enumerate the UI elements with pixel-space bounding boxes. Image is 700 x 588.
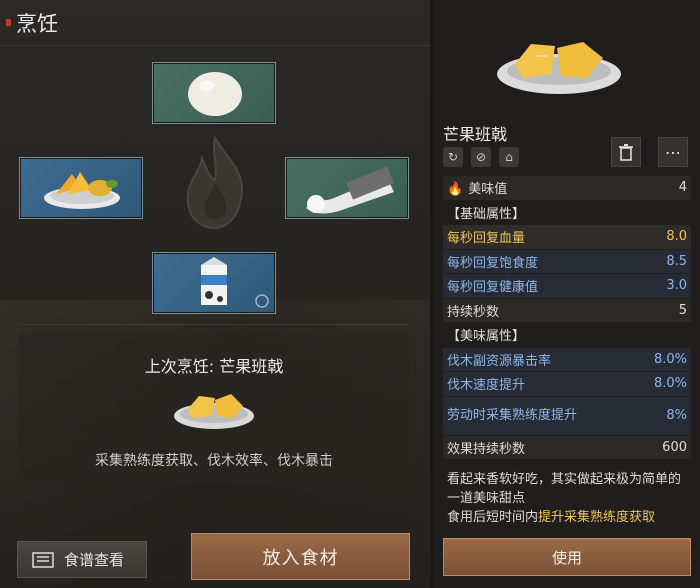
recipe-view-button[interactable]: 食谱查看 — [17, 541, 147, 578]
stat-row: 伐木副资源暴击率 8.0% — [443, 347, 691, 371]
stat-row: 劳动时采集熟练度提升 8% — [443, 396, 691, 435]
effect-prefix: 食用后短时间内 — [447, 510, 539, 525]
title-marker — [6, 19, 11, 26]
more-button[interactable]: ⋯ — [658, 137, 688, 167]
taste-label-wrap: 🔥 美味值 — [447, 178, 507, 197]
stat-label: 每秒回复血量 — [447, 231, 526, 247]
add-ingredient-label: 放入食材 — [262, 547, 339, 569]
house-icon: ⌂ — [499, 147, 519, 167]
dish-tags: ↻ ⊘ ⌂ — [443, 147, 519, 167]
stat-label: 劳动时采集熟练度提升 — [447, 408, 578, 423]
stat-value: 8% — [666, 408, 687, 423]
stat-row: 每秒回复健康值 3.0 — [443, 274, 691, 298]
mango-dish-icon — [44, 172, 120, 209]
cooking-panel: 烹饪 上次烹饪: 芒果班戟 采集熟练度获取、伐木效率、伐木暴击 食谱查看 放入食… — [0, 0, 430, 588]
ingredient-slot-bottom[interactable] — [152, 252, 276, 314]
taste-section-header: 【美味属性】 — [443, 323, 691, 347]
stat-value: 8.5 — [666, 253, 687, 269]
stat-label: 伐木速度提升 — [447, 378, 526, 394]
taste-row: 🔥 美味值 4 — [443, 176, 691, 200]
panel-title: 烹饪 — [16, 12, 58, 36]
ingredient-slot-right[interactable] — [285, 157, 409, 219]
stat-label: 每秒回复饱食度 — [447, 255, 539, 271]
stat-row: 每秒回复饱食度 8.5 — [443, 249, 691, 273]
taste-label: 美味值 — [468, 182, 508, 198]
recipe-view-label: 食谱查看 — [64, 551, 125, 569]
stat-value: 8.0% — [653, 351, 687, 367]
stat-row: 持续秒数 5 — [443, 298, 691, 322]
effect-accent: 提升采集熟练度获取 — [538, 510, 656, 525]
more-icon: ⋯ — [665, 142, 681, 162]
stat-label: 每秒回复健康值 — [447, 280, 539, 296]
stat-value: 8.0 — [666, 229, 687, 245]
stat-value: 600 — [662, 439, 687, 455]
last-cook-card: 上次烹饪: 芒果班戟 采集熟练度获取、伐木效率、伐木暴击 — [19, 333, 409, 485]
taste-value: 4 — [678, 180, 687, 196]
swirl-icon: ↻ — [443, 147, 463, 167]
trash-icon — [619, 144, 633, 161]
fire-icon — [186, 135, 243, 230]
title-bar: 烹饪 — [0, 0, 430, 46]
milk-carton-icon — [201, 257, 269, 308]
delete-button[interactable] — [611, 137, 641, 167]
stat-row: 效果持续秒数 600 — [443, 435, 691, 459]
stat-row: 每秒回复血量 8.0 — [443, 225, 691, 249]
last-cook-effects: 采集熟练度获取、伐木效率、伐木暴击 — [95, 453, 333, 469]
effect-line: 食用后短时间内提升采集熟练度获取 — [447, 508, 693, 527]
last-cook-title: 上次烹饪: 芒果班戟 — [144, 357, 284, 376]
description-text: 看起来香软好吃，其实做起来极为简单的一道美味甜点 — [447, 472, 682, 506]
use-label: 使用 — [551, 548, 582, 567]
use-button[interactable]: 使用 — [443, 538, 691, 576]
flame-icon: 🔥 — [447, 182, 464, 198]
stat-label: 持续秒数 — [447, 304, 500, 320]
stat-value: 8.0% — [653, 376, 687, 392]
dish-name: 芒果班戟 — [443, 125, 508, 144]
dish-detail-panel: 芒果班戟 ↻ ⊘ ⌂ ⋯ 🔥 美味值 4 【基础属性】 每秒回复血量 8.0 每秒… — [433, 0, 700, 588]
mango-pancake-icon — [174, 394, 254, 429]
ingredient-slot-top[interactable] — [152, 62, 276, 124]
flour-bag-icon — [306, 166, 394, 214]
mango-pancake-icon — [497, 42, 621, 94]
base-section-label: 【基础属性】 — [447, 206, 526, 222]
stat-label: 效果持续秒数 — [447, 441, 526, 457]
egg-icon — [188, 72, 242, 116]
base-section-header: 【基础属性】 — [443, 200, 691, 224]
stat-row: 伐木速度提升 8.0% — [443, 372, 691, 396]
stat-value: 3.0 — [666, 278, 687, 294]
stat-label: 伐木副资源暴击率 — [447, 353, 552, 369]
divider — [19, 324, 409, 325]
dish-description: 看起来香软好吃，其实做起来极为简单的一道美味甜点 食用后短时间内提升采集熟练度获… — [447, 470, 693, 527]
ingredient-slot-left[interactable] — [19, 157, 143, 219]
stat-value: 5 — [678, 302, 687, 318]
taste-section-label: 【美味属性】 — [447, 329, 526, 345]
stats-table: 🔥 美味值 4 【基础属性】 每秒回复血量 8.0 每秒回复饱食度 8.5 每秒回… — [443, 176, 691, 460]
add-ingredient-button[interactable]: 放入食材 — [191, 533, 410, 580]
recipe-book-icon — [32, 551, 54, 568]
clock-icon: ⊘ — [471, 147, 491, 167]
